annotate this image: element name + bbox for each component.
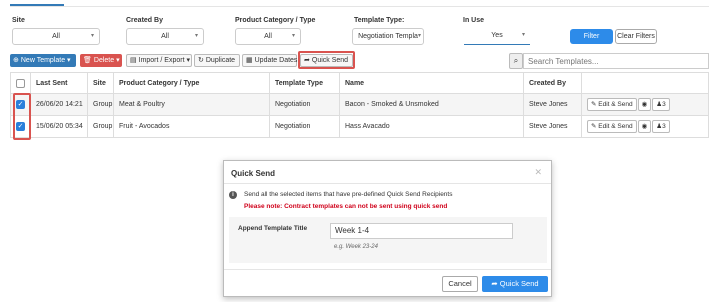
header-actions xyxy=(581,72,709,94)
new-template-button[interactable]: ⊕ New Template ▾ xyxy=(10,54,76,67)
chevron-down-icon: ▾ xyxy=(90,33,94,39)
info-icon: i xyxy=(229,191,237,199)
modal-info-text: Send all the selected items that have pr… xyxy=(244,191,453,198)
quick-send-modal: Quick Send ✕ i Send all the selected ite… xyxy=(223,160,552,297)
quick-send-highlight xyxy=(298,51,355,69)
modal-header-divider xyxy=(224,183,551,184)
cell-name: Bacon - Smoked & Unsmoked xyxy=(339,93,524,116)
recipients-button[interactable]: ♟3 xyxy=(652,120,670,133)
cell-site: Group xyxy=(87,93,114,116)
append-title-form: Append Template Title Week 1-4 e.g. Week… xyxy=(229,217,547,263)
recipients-button[interactable]: ♟3 xyxy=(652,98,670,111)
modal-title: Quick Send xyxy=(231,169,276,178)
header-product-category[interactable]: Product Category / Type xyxy=(113,72,270,94)
header-name[interactable]: Name xyxy=(339,72,524,94)
created-by-select[interactable]: All ▾ xyxy=(126,28,204,45)
site-select[interactable]: All ▾ xyxy=(12,28,100,45)
append-title-label: Append Template Title xyxy=(238,225,308,232)
product-category-select[interactable]: All ▾ xyxy=(235,28,301,45)
tab-divider xyxy=(10,6,709,7)
eye-icon: ◉ xyxy=(641,123,648,130)
edit-icon: ✎ xyxy=(591,123,597,130)
cell-created-by: Steve Jones xyxy=(523,115,582,138)
templates-table: Last Sent Site Product Category / Type T… xyxy=(10,72,709,138)
checkbox-highlight xyxy=(13,93,31,140)
edit-send-button[interactable]: ✎ Edit & Send xyxy=(587,98,637,111)
chevron-down-icon: ▾ xyxy=(417,33,421,39)
view-button[interactable]: ◉ xyxy=(637,98,652,111)
share-icon: ➦ xyxy=(491,279,498,288)
filter-button[interactable]: Filter xyxy=(570,29,613,44)
refresh-icon: ↻ xyxy=(198,57,204,64)
table-row[interactable]: ✓ 15/06/20 05:34 Group Fruit - Avocados … xyxy=(10,115,709,138)
cell-actions: ✎ Edit & Send ◉ ♟3 xyxy=(581,93,709,116)
cell-type: Negotiation xyxy=(269,115,340,138)
select-all-cell xyxy=(10,72,31,94)
chevron-down-icon: ▾ xyxy=(194,33,198,39)
update-dates-button[interactable]: ▦ Update Dates xyxy=(242,54,297,67)
chevron-down-icon: ▾ xyxy=(291,33,295,39)
filter-template-type: Template Type: xyxy=(354,17,404,27)
filter-site: Site xyxy=(12,17,25,27)
search-input[interactable] xyxy=(523,53,709,69)
header-template-type[interactable]: Template Type xyxy=(269,72,340,94)
calendar-icon: ▦ xyxy=(246,57,253,64)
filter-product-category-label: Product Category / Type xyxy=(235,17,316,24)
cell-last-sent: 15/06/20 05:34 xyxy=(30,115,88,138)
view-button[interactable]: ◉ xyxy=(637,120,652,133)
append-title-hint: e.g. Week 23-24 xyxy=(334,244,378,250)
cell-category: Meat & Poultry xyxy=(113,93,270,116)
table-header-row: Last Sent Site Product Category / Type T… xyxy=(10,72,709,94)
in-use-select[interactable]: Yes ▾ xyxy=(464,28,530,45)
quick-send-submit-button[interactable]: ➦ Quick Send xyxy=(482,276,548,292)
clear-filters-button[interactable]: Clear Filters xyxy=(615,29,657,44)
header-created-by[interactable]: Created By xyxy=(523,72,582,94)
header-last-sent[interactable]: Last Sent xyxy=(30,72,88,94)
filter-in-use: In Use xyxy=(463,17,484,27)
cell-category: Fruit - Avocados xyxy=(113,115,270,138)
cancel-button[interactable]: Cancel xyxy=(442,276,478,292)
import-export-button[interactable]: ▤ Import / Export ▾ xyxy=(126,54,192,67)
edit-send-button[interactable]: ✎ Edit & Send xyxy=(587,120,637,133)
eye-icon: ◉ xyxy=(641,101,648,108)
file-icon: ▤ xyxy=(130,57,137,64)
cell-name: Hass Avacado xyxy=(339,115,524,138)
delete-button[interactable]: 🗑 Delete ▾ xyxy=(80,54,122,67)
select-all-checkbox[interactable] xyxy=(16,78,25,88)
template-type-select[interactable]: Negotiation Templa ▾ xyxy=(352,28,424,45)
cell-actions: ✎ Edit & Send ◉ ♟3 xyxy=(581,115,709,138)
cell-site: Group xyxy=(87,115,114,138)
cell-created-by: Steve Jones xyxy=(523,93,582,116)
modal-footer-divider xyxy=(224,269,551,270)
header-site[interactable]: Site xyxy=(87,72,114,94)
filter-product-category: Product Category / Type xyxy=(235,17,315,27)
filter-in-use-label: In Use xyxy=(463,17,485,24)
close-icon[interactable]: ✕ xyxy=(534,167,542,178)
cell-type: Negotiation xyxy=(269,93,340,116)
filter-created-by-label: Created By xyxy=(126,17,163,24)
duplicate-button[interactable]: ↻ Duplicate xyxy=(194,54,240,67)
cell-last-sent: 26/06/20 14:21 xyxy=(30,93,88,116)
table-row[interactable]: ✓ 26/06/20 14:21 Group Meat & Poultry Ne… xyxy=(10,93,709,116)
plus-icon: ⊕ xyxy=(13,57,19,64)
append-title-input[interactable]: Week 1-4 xyxy=(330,223,513,239)
trash-icon: 🗑 xyxy=(83,57,92,64)
filter-site-label: Site xyxy=(12,17,25,24)
edit-icon: ✎ xyxy=(591,101,597,108)
modal-warning-text: Please note: Contract templates can not … xyxy=(244,203,448,210)
filter-template-type-label: Template Type: xyxy=(354,17,405,24)
search-icon[interactable]: ⌕ xyxy=(509,53,523,69)
filter-created-by: Created By xyxy=(126,17,163,27)
chevron-down-icon: ▾ xyxy=(521,32,525,38)
